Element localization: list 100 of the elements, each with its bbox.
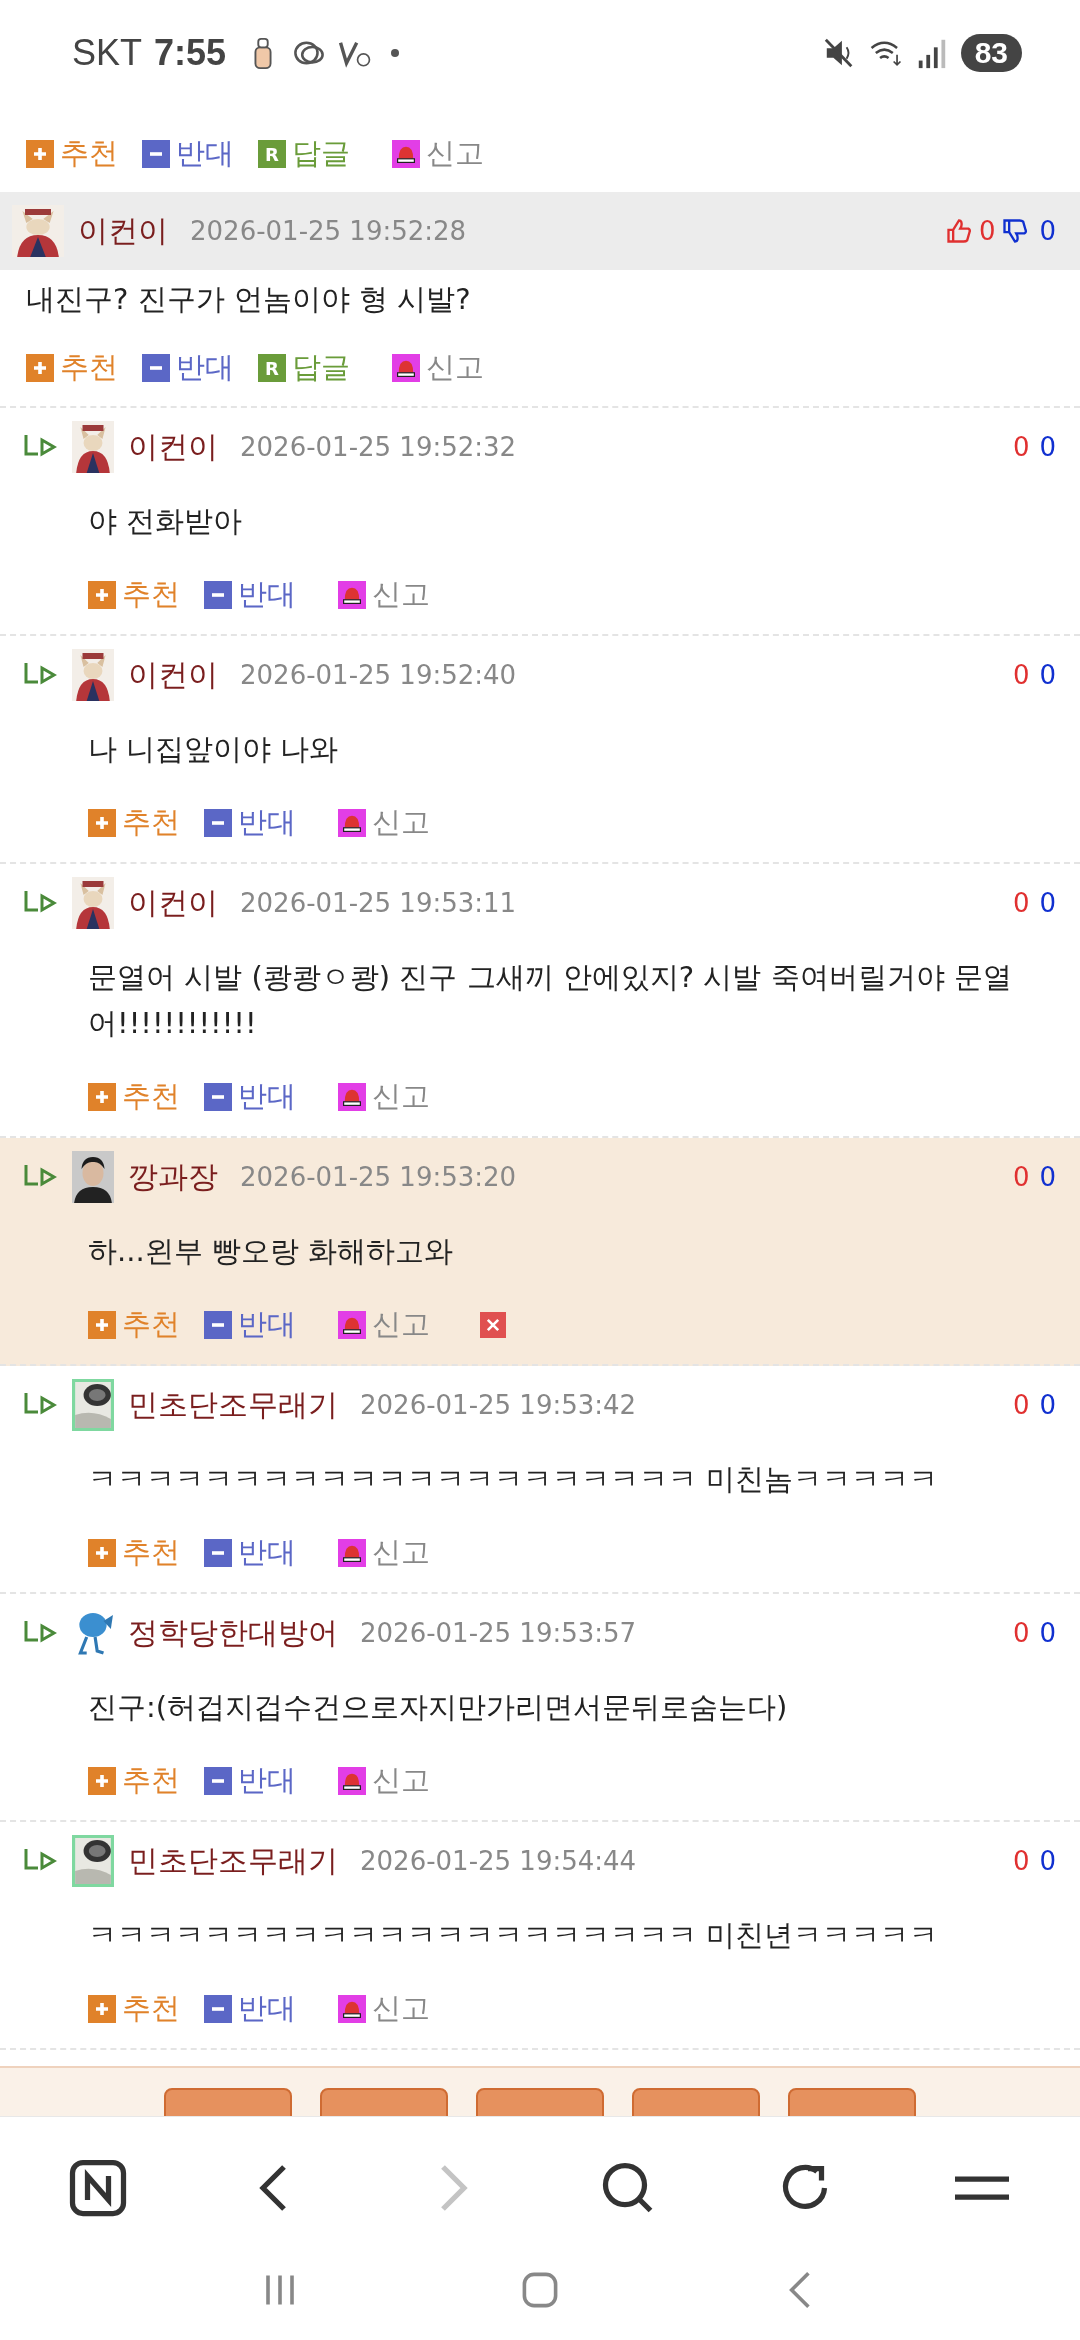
comment-date: 2026-01-25 19:53:42: [360, 1390, 637, 1420]
report-icon: [392, 140, 420, 168]
author-name[interactable]: 이컨이: [78, 210, 168, 252]
battery-indicator: 83: [960, 34, 1022, 72]
downvote-count: 0: [1039, 660, 1056, 690]
author-name[interactable]: 민초단조무래기: [128, 1840, 338, 1882]
oppose-icon: [204, 809, 232, 837]
recommend-icon: [26, 140, 54, 168]
comment-date: 2026-01-25 19:53:11: [240, 888, 517, 918]
comment-date: 2026-01-25 19:52:28: [190, 216, 467, 246]
recommend-icon: [26, 354, 54, 382]
author-name[interactable]: 정학당한대방어: [128, 1612, 338, 1654]
oppose-icon: [204, 1083, 232, 1111]
author-name[interactable]: 민초단조무래기: [128, 1384, 338, 1426]
recommend-link[interactable]: 추천: [88, 1761, 180, 1801]
recommend-link[interactable]: 추천: [88, 803, 180, 843]
upvote-count: 0: [1012, 660, 1030, 690]
recommend-icon: [88, 1539, 116, 1567]
downvote-count: 0: [1039, 888, 1056, 918]
downvote-count: 0: [1039, 1618, 1056, 1648]
recommend-link[interactable]: 추천: [88, 1533, 180, 1573]
thumbs-down-icon[interactable]: [1001, 217, 1030, 245]
oppose-link[interactable]: 반대: [142, 348, 234, 388]
author-name[interactable]: 이컨이: [128, 426, 218, 468]
downvote-count: 0: [1039, 1390, 1056, 1420]
comment-text: 하...왼부 빵오랑 화해하고와: [87, 1233, 455, 1270]
reply-icon: R: [258, 140, 286, 168]
oppose-link[interactable]: 반대: [204, 1989, 296, 2029]
recommend-icon: [88, 1311, 116, 1339]
oppose-link[interactable]: 반대: [204, 1533, 296, 1573]
comment-date: 2026-01-25 19:53:57: [360, 1618, 637, 1648]
comment-text: 내진구? 진구가 언놈이야 형 시발?: [25, 281, 472, 318]
report-link[interactable]: 신고: [392, 134, 484, 174]
downvote-count: 0: [1039, 432, 1056, 462]
comment-text: ㅋㅋㅋㅋㅋㅋㅋㅋㅋㅋㅋㅋㅋㅋㅋㅋㅋㅋㅋㅋㅋ 미친놈ㅋㅋㅋㅋㅋ: [87, 1461, 940, 1498]
report-link[interactable]: 신고: [338, 575, 430, 615]
oppose-icon: [142, 354, 170, 382]
comment-text: 진구:(허겁지겁수건으로자지만가리면서문뒤로숨는다): [87, 1689, 789, 1726]
reply-link[interactable]: R 답글: [258, 134, 350, 174]
oppose-icon: [204, 1767, 232, 1795]
upvote-count: 0: [1012, 888, 1030, 918]
comment-date: 2026-01-25 19:53:20: [240, 1162, 517, 1192]
upvote-count: 0: [978, 216, 996, 246]
upvote-count: 0: [1012, 1618, 1030, 1648]
report-icon: [338, 581, 366, 609]
comment-date: 2026-01-25 19:54:44: [360, 1846, 637, 1876]
home-logo-icon[interactable]: [68, 2158, 129, 2218]
oppose-link[interactable]: 반대: [204, 1305, 296, 1345]
oppose-link[interactable]: 반대: [204, 1761, 296, 1801]
reply-icon: R: [258, 354, 286, 382]
report-icon: [338, 1311, 366, 1339]
report-icon: [338, 809, 366, 837]
recommend-link[interactable]: 추천: [88, 575, 180, 615]
oppose-icon: [204, 581, 232, 609]
oppose-link[interactable]: 반대: [204, 575, 296, 615]
report-icon: [338, 1995, 366, 2023]
recommend-icon: [88, 581, 116, 609]
recommend-icon: [88, 1767, 116, 1795]
report-link[interactable]: 신고: [338, 1305, 430, 1345]
carrier-text: SKT: [72, 32, 142, 74]
oppose-link[interactable]: 반대: [142, 134, 234, 174]
author-name[interactable]: 이컨이: [128, 882, 218, 924]
thumbs-up-icon[interactable]: [944, 217, 973, 245]
recommend-link[interactable]: 추천: [88, 1077, 180, 1117]
report-link[interactable]: 신고: [338, 1989, 430, 2029]
oppose-icon: [204, 1311, 232, 1339]
report-link[interactable]: 신고: [338, 803, 430, 843]
author-name[interactable]: 깡과장: [128, 1156, 218, 1198]
upvote-count: 0: [1012, 1846, 1030, 1876]
reply-link[interactable]: R 답글: [258, 348, 350, 388]
downvote-count: 0: [1039, 216, 1056, 246]
comment-text: 나 니집앞이야 나와: [87, 731, 340, 768]
comment-text: 문열어 시발 (쾅쾅ㅇ쾅) 진구 그새끼 안에있지? 시발 죽여버릴거야 문열어!!!!!!!!!!!!: [87, 959, 1013, 1042]
dot-icon: [390, 48, 401, 58]
recommend-link[interactable]: 추천: [88, 1305, 180, 1345]
report-icon: [338, 1083, 366, 1111]
recommend-link[interactable]: 추천: [88, 1989, 180, 2029]
comment-date: 2026-01-25 19:52:32: [240, 432, 517, 462]
report-icon: [338, 1767, 366, 1795]
upvote-count: 0: [1012, 1390, 1030, 1420]
report-icon: [338, 1539, 366, 1567]
recommend-link[interactable]: 추천: [26, 348, 118, 388]
report-link[interactable]: 신고: [338, 1077, 430, 1117]
comment-date: 2026-01-25 19:52:40: [240, 660, 517, 690]
oppose-link[interactable]: 반대: [204, 803, 296, 843]
recommend-link[interactable]: 추천: [26, 134, 118, 174]
downvote-count: 0: [1039, 1846, 1056, 1876]
report-link[interactable]: 신고: [392, 348, 484, 388]
upvote-count: 0: [1012, 1162, 1030, 1192]
upvote-count: 0: [1012, 432, 1030, 462]
recommend-icon: [88, 1995, 116, 2023]
report-link[interactable]: 신고: [338, 1761, 430, 1801]
comment-text: 야 전화받아: [87, 503, 244, 540]
oppose-link[interactable]: 반대: [204, 1077, 296, 1117]
oppose-icon: [204, 1539, 232, 1567]
comment-text: ㅋㅋㅋㅋㅋㅋㅋㅋㅋㅋㅋㅋㅋㅋㅋㅋㅋㅋㅋㅋㅋ 미친년ㅋㅋㅋㅋㅋ: [87, 1917, 940, 1954]
author-name[interactable]: 이컨이: [128, 654, 218, 696]
delete-icon[interactable]: [480, 1312, 506, 1338]
report-link[interactable]: 신고: [338, 1533, 430, 1573]
report-icon: [392, 354, 420, 382]
